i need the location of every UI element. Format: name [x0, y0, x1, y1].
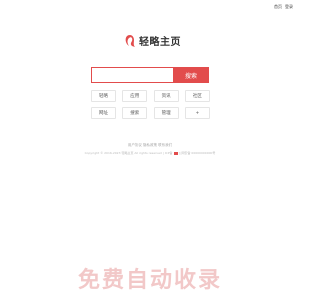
- top-links: 首页 登录: [274, 4, 293, 10]
- search-bar: 搜索: [91, 67, 209, 83]
- page: 首页 登录 轻略主页 搜索 轻略 应用 资讯 社区 网址 搜索 管理 + 用户协…: [0, 0, 300, 300]
- watermark-banner: 免费自动收录: [77, 268, 222, 293]
- login-link[interactable]: 登录: [285, 4, 293, 10]
- logo[interactable]: 轻略主页: [124, 33, 181, 48]
- search-button[interactable]: 搜索: [173, 67, 209, 83]
- tile-qinglue[interactable]: 轻略: [91, 90, 116, 102]
- tile-search[interactable]: 搜索: [122, 107, 148, 119]
- footer-links: 用户协议 隐私政策 联系我们: [127, 143, 173, 147]
- tile-sites[interactable]: 网址: [91, 107, 116, 119]
- plus-icon: +: [195, 110, 200, 116]
- add-tile-button[interactable]: +: [184, 107, 210, 119]
- copyright-text: Copyright © 2016-2023 轻略主页 All rights re…: [84, 151, 173, 155]
- tile-apps[interactable]: 应用: [122, 90, 148, 102]
- police-record-text: 公网安备 00000000000号: [178, 151, 216, 155]
- logo-icon: [125, 34, 135, 47]
- tile-community[interactable]: 社区: [184, 90, 210, 102]
- search-input[interactable]: [91, 67, 173, 83]
- footer-copyright: Copyright © 2016-2023 轻略主页 All rights re…: [0, 151, 300, 155]
- shortcut-grid: 轻略 应用 资讯 社区 网址 搜索 管理 +: [91, 90, 210, 119]
- tile-manage[interactable]: 管理: [153, 107, 179, 119]
- logo-text: 轻略主页: [139, 37, 181, 48]
- tile-news[interactable]: 资讯: [153, 90, 179, 102]
- home-link[interactable]: 首页: [274, 4, 282, 10]
- police-badge-icon: [173, 151, 178, 155]
